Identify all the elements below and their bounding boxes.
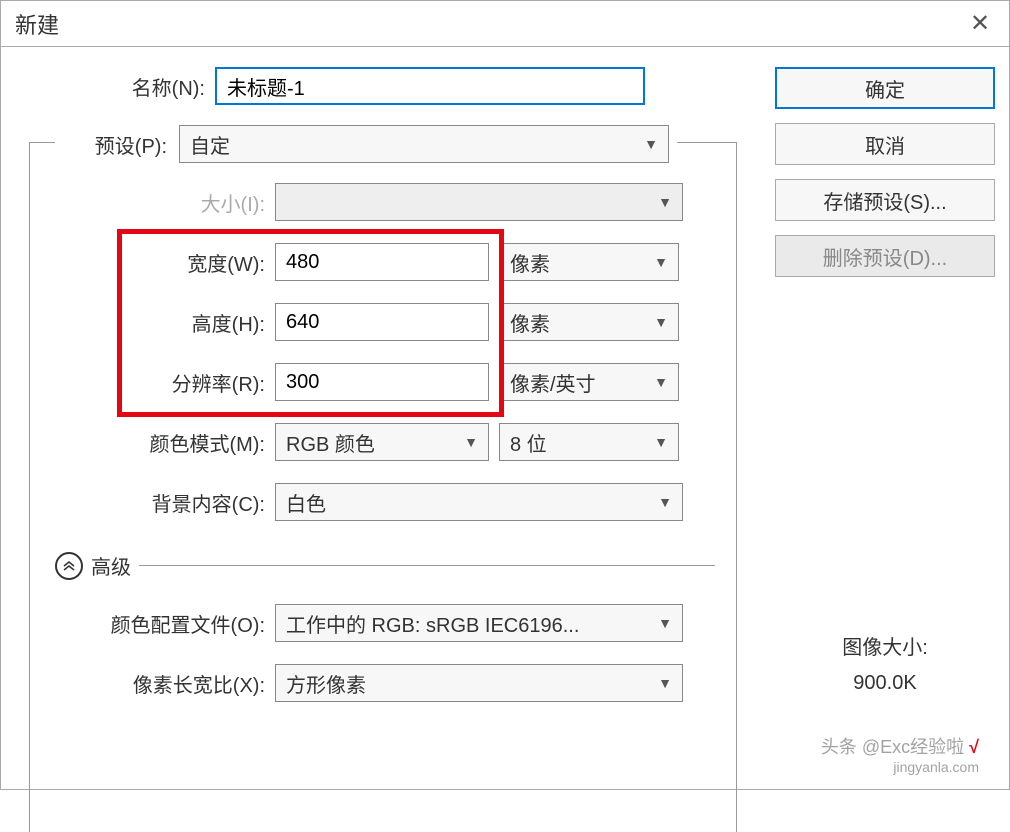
- color-depth-value: 8 位: [510, 428, 547, 457]
- delete-preset-label: 删除预设(D)...: [823, 242, 947, 271]
- width-input[interactable]: [275, 243, 489, 281]
- color-mode-select[interactable]: RGB 颜色 ▼: [275, 423, 489, 461]
- chevron-down-icon: ▼: [658, 675, 672, 691]
- color-profile-label: 颜色配置文件(O):: [55, 609, 265, 638]
- dialog-title: 新建: [15, 8, 59, 40]
- save-preset-label: 存储预设(S)...: [823, 186, 946, 215]
- color-mode-row: 颜色模式(M): RGB 颜色 ▼ 8 位 ▼: [55, 423, 715, 461]
- name-label: 名称(N):: [75, 72, 205, 101]
- size-label: 大小(I):: [55, 188, 265, 217]
- color-profile-row: 颜色配置文件(O): 工作中的 RGB: sRGB IEC6196... ▼: [55, 604, 715, 642]
- delete-preset-button: 删除预设(D)...: [775, 235, 995, 277]
- color-mode-label: 颜色模式(M):: [55, 428, 265, 457]
- close-icon[interactable]: ✕: [965, 9, 995, 38]
- preset-row: 预设(P): 自定 ▼: [55, 125, 677, 163]
- watermark: 头条 @Exc经验啦 √ jingyanla.com: [821, 733, 979, 775]
- resolution-unit-value: 像素/英寸: [510, 368, 596, 397]
- height-unit-value: 像素: [510, 308, 550, 337]
- background-label: 背景内容(C):: [55, 488, 265, 517]
- chevron-down-icon: ▼: [654, 434, 668, 450]
- chevron-down-icon: ▼: [658, 194, 672, 210]
- color-profile-value: 工作中的 RGB: sRGB IEC6196...: [286, 609, 579, 638]
- color-depth-select[interactable]: 8 位 ▼: [499, 423, 679, 461]
- height-unit-select[interactable]: 像素 ▼: [499, 303, 679, 341]
- new-document-dialog: 新建 ✕ 名称(N): 预设(P): 自定 ▼ 大小(I):: [0, 0, 1010, 790]
- chevron-down-icon: ▼: [654, 254, 668, 270]
- size-row: 大小(I): ▼: [55, 183, 715, 221]
- cancel-button[interactable]: 取消: [775, 123, 995, 165]
- width-unit-value: 像素: [510, 248, 550, 277]
- chevron-down-icon: ▼: [654, 374, 668, 390]
- resolution-row: 分辨率(R): 像素/英寸 ▼: [55, 363, 715, 401]
- height-label: 高度(H):: [55, 308, 265, 337]
- color-mode-value: RGB 颜色: [286, 428, 375, 457]
- watermark-text: 头条 @Exc经验啦: [821, 737, 964, 757]
- chevron-down-icon: ▼: [644, 136, 658, 152]
- height-input[interactable]: [275, 303, 489, 341]
- preset-value: 自定: [190, 130, 230, 159]
- preset-label: 预设(P):: [63, 130, 167, 159]
- width-row: 宽度(W): 像素 ▼: [55, 243, 715, 281]
- name-row: 名称(N):: [75, 67, 755, 105]
- ok-button[interactable]: 确定: [775, 67, 995, 109]
- save-preset-button[interactable]: 存储预设(S)...: [775, 179, 995, 221]
- color-profile-select[interactable]: 工作中的 RGB: sRGB IEC6196... ▼: [275, 604, 683, 642]
- preset-select[interactable]: 自定 ▼: [179, 125, 669, 163]
- chevron-down-icon: ▼: [658, 494, 672, 510]
- pixel-ratio-value: 方形像素: [286, 669, 366, 698]
- background-value: 白色: [286, 488, 326, 517]
- advanced-label: 高级: [91, 551, 131, 580]
- image-size-value: 900.0K: [775, 672, 995, 695]
- height-row: 高度(H): 像素 ▼: [55, 303, 715, 341]
- pixel-ratio-label: 像素长宽比(X):: [55, 669, 265, 698]
- width-label: 宽度(W):: [55, 248, 265, 277]
- right-panel: 确定 取消 存储预设(S)... 删除预设(D)... 图像大小: 900.0K: [775, 67, 995, 707]
- image-size-info: 图像大小: 900.0K: [775, 631, 995, 707]
- chevron-down-icon: ▼: [658, 615, 672, 631]
- name-input[interactable]: [215, 67, 645, 105]
- pixel-ratio-row: 像素长宽比(X): 方形像素 ▼: [55, 664, 715, 702]
- image-size-label: 图像大小:: [775, 631, 995, 660]
- background-row: 背景内容(C): 白色 ▼: [55, 483, 715, 521]
- pixel-ratio-select[interactable]: 方形像素 ▼: [275, 664, 683, 702]
- chevron-down-icon: ▼: [464, 434, 478, 450]
- cancel-button-label: 取消: [865, 130, 905, 159]
- width-unit-select[interactable]: 像素 ▼: [499, 243, 679, 281]
- advanced-row: 高级: [55, 551, 715, 580]
- background-select[interactable]: 白色 ▼: [275, 483, 683, 521]
- checkmark-icon: √: [969, 737, 979, 757]
- left-panel: 名称(N): 预设(P): 自定 ▼ 大小(I): ▼: [15, 67, 755, 707]
- resolution-unit-select[interactable]: 像素/英寸 ▼: [499, 363, 679, 401]
- dialog-content: 名称(N): 预设(P): 自定 ▼ 大小(I): ▼: [1, 47, 1009, 721]
- titlebar: 新建 ✕: [1, 1, 1009, 47]
- inner-form: 大小(I): ▼ 宽度(W): 像素 ▼ 高度(H):: [55, 183, 715, 724]
- resolution-label: 分辨率(R):: [55, 368, 265, 397]
- double-chevron-up-icon: [62, 559, 76, 573]
- collapse-icon[interactable]: [55, 552, 83, 580]
- watermark-sub: jingyanla.com: [821, 759, 979, 775]
- resolution-input[interactable]: [275, 363, 489, 401]
- chevron-down-icon: ▼: [654, 314, 668, 330]
- size-select[interactable]: ▼: [275, 183, 683, 221]
- ok-button-label: 确定: [865, 74, 905, 103]
- divider: [139, 565, 715, 566]
